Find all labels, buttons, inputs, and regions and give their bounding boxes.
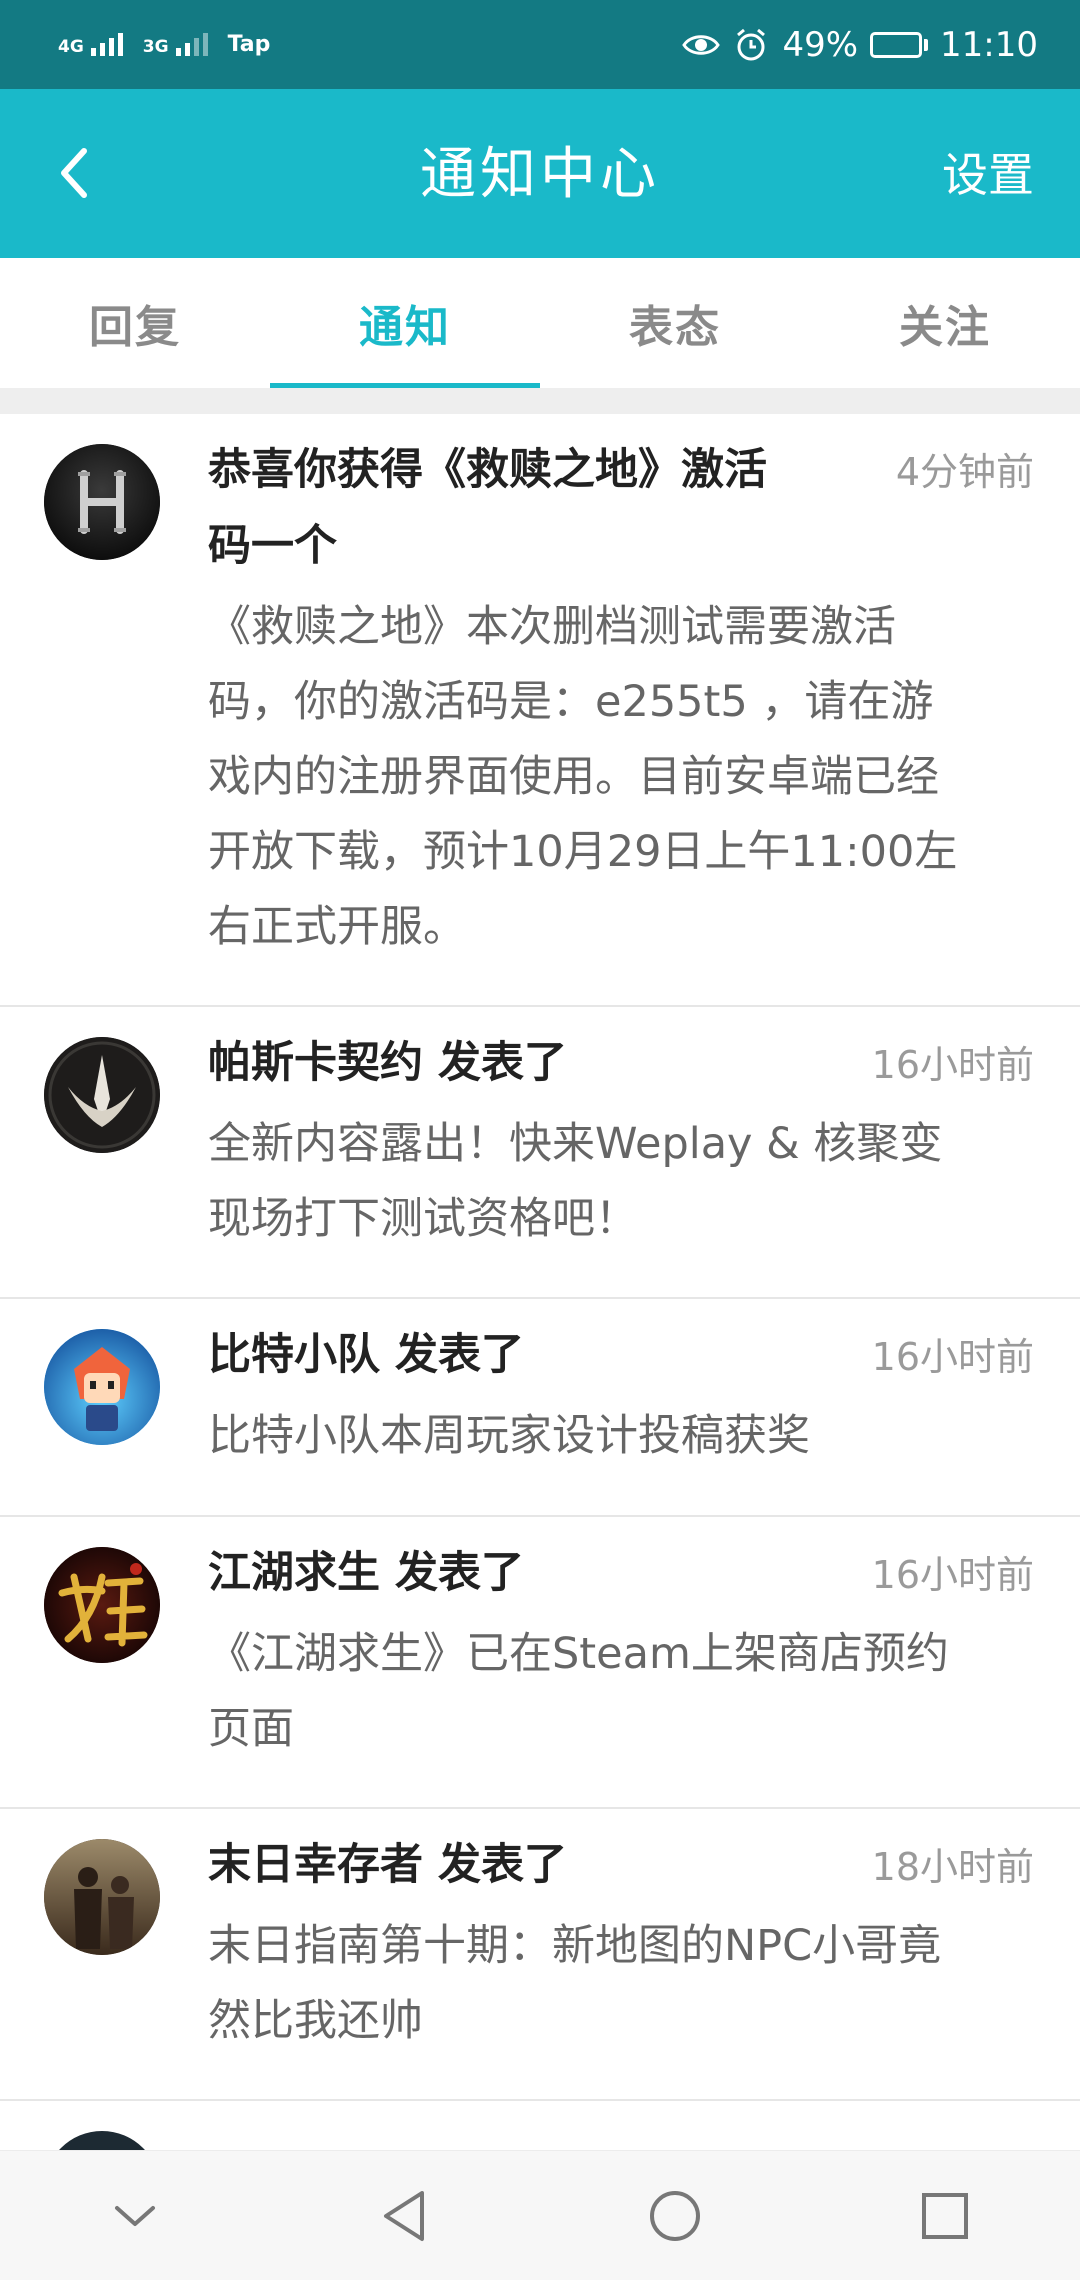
app-header: 通知中心 设置 — [0, 89, 1080, 258]
list-item[interactable]: 比特小队 发表了 16小时前 比特小队本周玩家设计投稿获奖 — [0, 1299, 1080, 1517]
list-item-partial[interactable] — [0, 2101, 1080, 2150]
avatar-doomsday — [44, 1839, 160, 1955]
status-right: 49% 11:10 — [682, 25, 1038, 65]
body-line: 现场打下测试资格吧！ — [208, 1194, 638, 1244]
eye-icon — [682, 26, 721, 64]
chevron-left-icon — [61, 148, 87, 198]
item-title: 比特小队 发表了 — [208, 1330, 524, 1380]
settings-button[interactable]: 设置 — [942, 145, 1034, 205]
status-bar: 4G 3G Tap 49% 11:10 — [0, 0, 1080, 89]
body-line: 戏内的注册界面使用。目前安卓端已经 — [208, 752, 939, 802]
triangle-back-icon — [384, 2191, 424, 2241]
body-line: 末日指南第十期：新地图的NPC小哥竟 — [208, 1921, 942, 1971]
back-button[interactable] — [36, 135, 112, 211]
item-body: 比特小队本周玩家设计投稿获奖 — [208, 1399, 1028, 1474]
battery-icon — [870, 31, 929, 58]
item-time: 18小时前 — [871, 1845, 1034, 1889]
signal-3g-icon: 3G — [143, 33, 208, 56]
item-title: 帕斯卡契约 发表了 — [208, 1038, 567, 1088]
item-time: 4分钟前 — [895, 450, 1034, 494]
tab-notifications[interactable]: 通知 — [270, 258, 540, 388]
circle-home-icon — [650, 2191, 700, 2241]
item-body: 全新内容露出！快来Weplay & 核聚变 现场打下测试资格吧！ — [208, 1107, 1028, 1257]
system-nav-bar — [0, 2150, 1080, 2280]
hide-nav-button[interactable] — [90, 2171, 180, 2261]
clock: 11:10 — [940, 24, 1038, 65]
screen: 4G 3G Tap 49% 11:10 通知中心 设置 回复 通知 表态 关注 … — [0, 0, 1080, 2280]
item-title: 末日幸存者 发表了 — [208, 1840, 567, 1890]
tab-reactions-label: 表态 — [629, 302, 721, 353]
list-item[interactable]: 江湖求生 发表了 16小时前 《江湖求生》已在Steam上架商店预约 页面 — [0, 1517, 1080, 1809]
body-line: 页面 — [208, 1704, 294, 1754]
square-recents-icon — [922, 2193, 968, 2239]
item-time: 16小时前 — [871, 1335, 1034, 1379]
battery-percent: 49% — [782, 24, 859, 65]
tab-follow-label: 关注 — [899, 302, 991, 353]
item-time: 16小时前 — [871, 1043, 1034, 1087]
tab-follow[interactable]: 关注 — [810, 258, 1080, 388]
list-item[interactable]: 末日幸存者 发表了 18小时前 末日指南第十期：新地图的NPC小哥竟 然比我还帅 — [0, 1809, 1080, 2101]
body-line: 然比我还帅 — [208, 1996, 423, 2046]
item-time: 16小时前 — [871, 1553, 1034, 1597]
body-line: 全新内容露出！快来Weplay & 核聚变 — [208, 1119, 943, 1169]
avatar-pascal — [44, 1037, 160, 1153]
item-title: 恭喜你获得《救赎之地》激活 — [208, 445, 767, 495]
chevron-down-icon — [115, 2206, 155, 2226]
nav-recents-button[interactable] — [900, 2171, 990, 2261]
body-line: 码，你的激活码是：e255t5 ，请在游 — [208, 677, 934, 727]
avatar-redemption — [44, 444, 160, 560]
list-item[interactable]: 恭喜你获得《救赎之地》激活 码一个 4分钟前 《救赎之地》本次删档测试需要激活 … — [0, 414, 1080, 1007]
page-title: 通知中心 — [420, 142, 660, 207]
body-line: 右正式开服。 — [208, 902, 466, 952]
tab-reply[interactable]: 回复 — [0, 258, 270, 388]
divider — [0, 388, 1080, 414]
tab-notifications-label: 通知 — [359, 302, 451, 353]
body-line: 《救赎之地》本次删档测试需要激活 — [208, 602, 896, 652]
tap-notification-label: Tap — [227, 32, 271, 57]
body-line: 《江湖求生》已在Steam上架商店预约 — [208, 1629, 949, 1679]
signal-4g-icon: 4G — [58, 33, 123, 56]
nav-back-button[interactable] — [360, 2171, 450, 2261]
alarm-icon — [732, 26, 770, 64]
body-line: 开放下载，预计10月29日上午11:00左 — [208, 827, 958, 877]
network-type-2: 3G — [142, 37, 169, 57]
tab-reactions[interactable]: 表态 — [540, 258, 810, 388]
item-body: 末日指南第十期：新地图的NPC小哥竟 然比我还帅 — [208, 1909, 1028, 2059]
notification-list: 恭喜你获得《救赎之地》激活 码一个 4分钟前 《救赎之地》本次删档测试需要激活 … — [0, 414, 1080, 2150]
list-item[interactable]: 帕斯卡契约 发表了 16小时前 全新内容露出！快来Weplay & 核聚变 现场… — [0, 1007, 1080, 1299]
avatar-jianghu — [44, 1547, 160, 1663]
avatar-bit-squad — [44, 1329, 160, 1445]
tab-reply-label: 回复 — [89, 302, 181, 353]
item-body: 《江湖求生》已在Steam上架商店预约 页面 — [208, 1617, 1028, 1767]
body-line: 比特小队本周玩家设计投稿获奖 — [208, 1411, 810, 1461]
avatar-next — [44, 2131, 160, 2150]
tab-bar: 回复 通知 表态 关注 — [0, 258, 1080, 388]
status-left: 4G 3G Tap — [58, 32, 270, 57]
nav-home-button[interactable] — [630, 2171, 720, 2261]
network-type-1: 4G — [58, 37, 84, 57]
item-title: 江湖求生 发表了 — [208, 1548, 524, 1598]
item-body: 《救赎之地》本次删档测试需要激活 码，你的激活码是：e255t5 ，请在游 戏内… — [208, 590, 1028, 965]
item-title-cont: 码一个 — [208, 521, 337, 571]
